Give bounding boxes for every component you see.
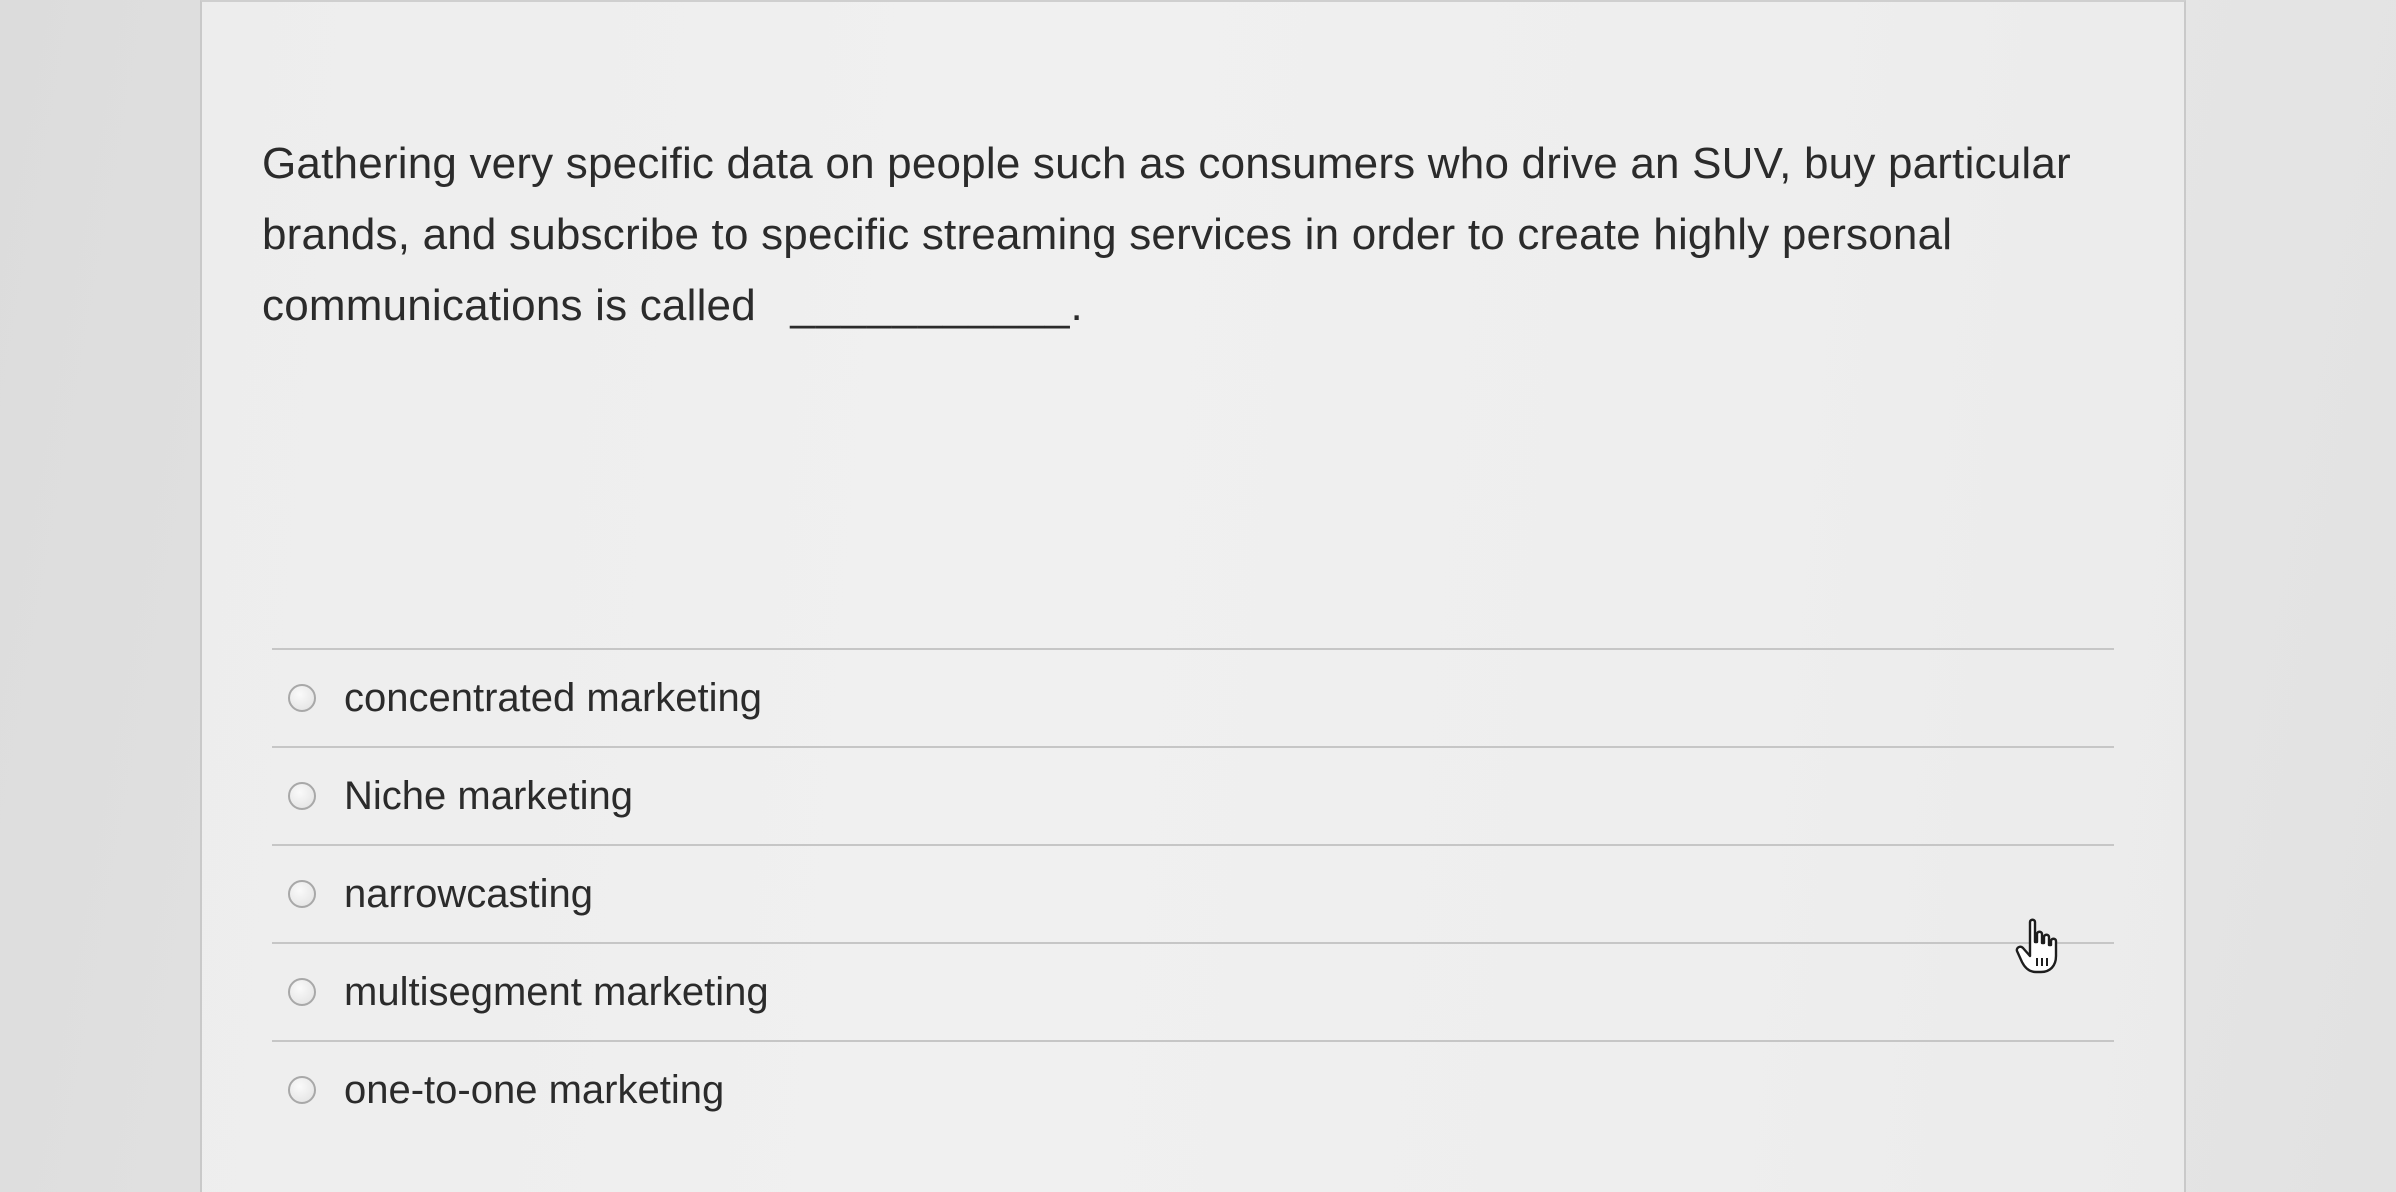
- option-multisegment-marketing[interactable]: multisegment marketing: [272, 942, 2114, 1040]
- question-prompt: Gathering very specific data on people s…: [262, 128, 2122, 341]
- option-label: one-to-one marketing: [344, 1067, 725, 1112]
- option-one-to-one-marketing[interactable]: one-to-one marketing: [272, 1040, 2114, 1138]
- option-label: narrowcasting: [344, 871, 594, 916]
- radio-button-icon[interactable]: [288, 1076, 316, 1104]
- radio-button-icon[interactable]: [288, 782, 316, 810]
- option-narrowcasting[interactable]: narrowcasting: [272, 844, 2114, 942]
- question-card: Gathering very specific data on people s…: [200, 0, 2186, 1192]
- option-label: Niche marketing: [344, 773, 634, 818]
- answer-options: concentrated marketing Niche marketing n…: [272, 648, 2114, 1138]
- radio-button-icon[interactable]: [288, 880, 316, 908]
- radio-button-icon[interactable]: [288, 978, 316, 1006]
- option-niche-marketing[interactable]: Niche marketing: [272, 746, 2114, 844]
- question-text: Gathering very specific data on people s…: [262, 139, 2071, 330]
- option-concentrated-marketing[interactable]: concentrated marketing: [272, 648, 2114, 746]
- answer-blank: ___________.: [790, 281, 1084, 330]
- option-label: multisegment marketing: [344, 969, 769, 1014]
- radio-button-icon[interactable]: [288, 684, 316, 712]
- option-label: concentrated marketing: [344, 675, 763, 720]
- hand-pointer-icon: [2015, 918, 2058, 974]
